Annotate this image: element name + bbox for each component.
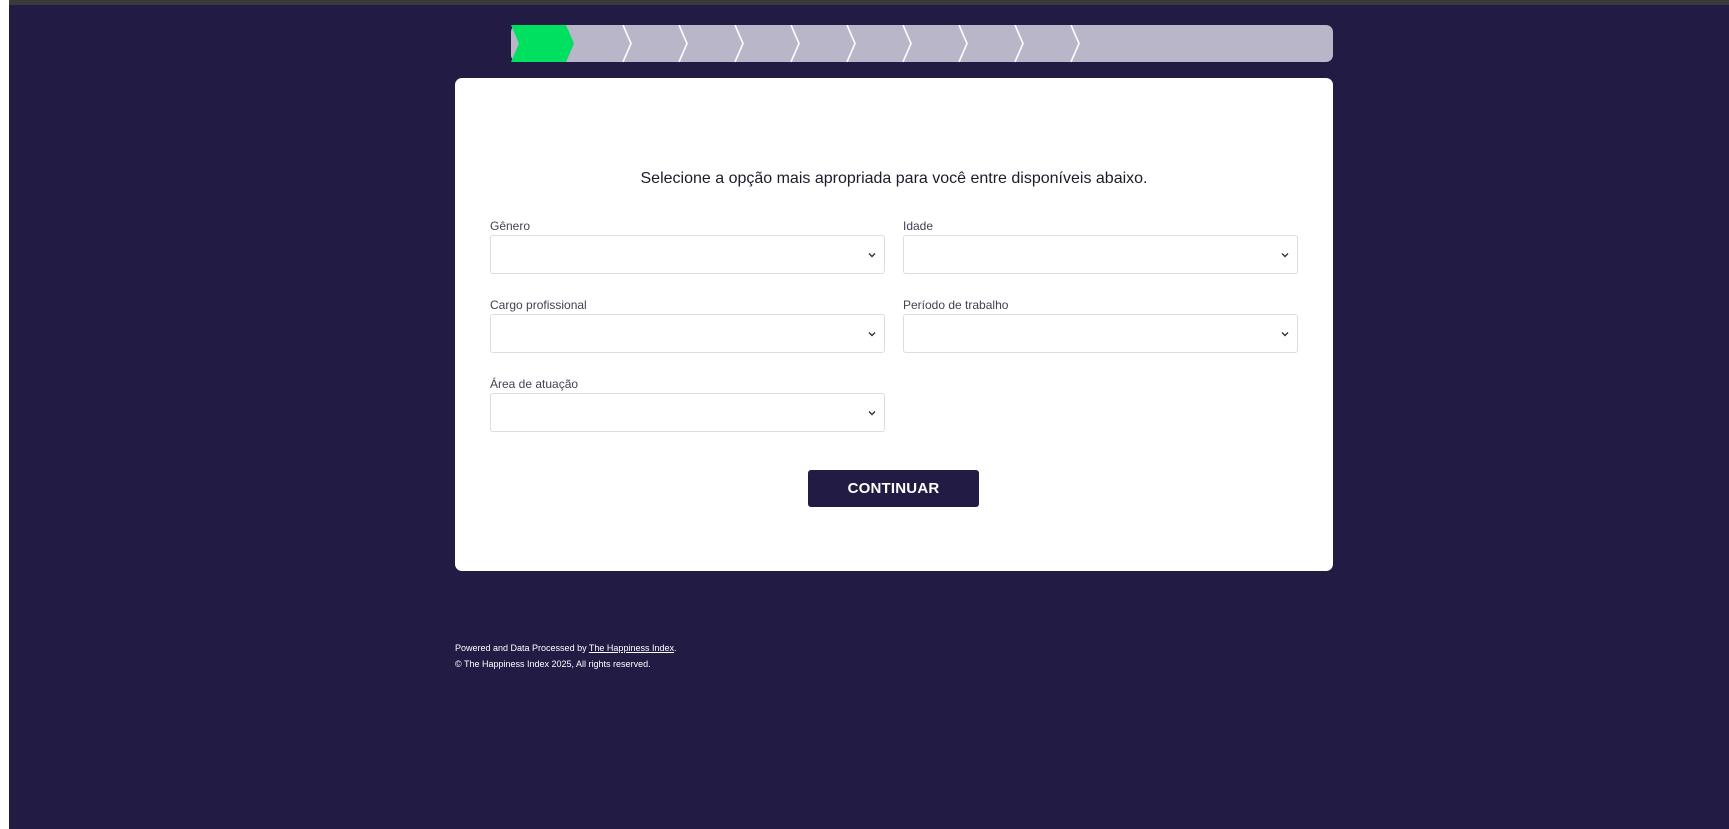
chevron-down-icon: [1281, 253, 1289, 258]
work-period-field: Período de trabalho: [903, 296, 1298, 353]
job-title-select[interactable]: [490, 314, 885, 353]
chevron-down-icon: [868, 332, 876, 337]
gender-field: Gênero: [490, 217, 885, 274]
copyright-text: © The Happiness Index 2025, All rights r…: [455, 659, 651, 669]
work-period-select[interactable]: [903, 314, 1298, 353]
age-field: Idade: [903, 217, 1298, 274]
powered-by-line: Powered and Data Processed by The Happin…: [455, 640, 677, 656]
area-field: Área de atuação: [490, 375, 885, 432]
job-title-label: Cargo profissional: [490, 298, 587, 312]
gender-select[interactable]: [490, 235, 885, 274]
gender-label: Gênero: [490, 219, 531, 233]
form-instructions: Selecione a opção mais apropriada para v…: [640, 170, 1148, 187]
chevron-down-icon: [868, 411, 876, 416]
age-select[interactable]: [903, 235, 1298, 274]
powered-by-suffix: .: [673, 643, 677, 653]
job-title-field: Cargo profissional: [490, 296, 885, 353]
footer: Powered and Data Processed by The Happin…: [455, 640, 677, 672]
area-label: Área de atuação: [490, 377, 579, 391]
chevron-down-icon: [868, 253, 876, 258]
age-label: Idade: [903, 219, 934, 233]
progress-step-active: [511, 25, 574, 62]
progress-bar: [511, 25, 1333, 62]
work-period-label: Período de trabalho: [903, 298, 1009, 312]
survey-card: Selecione a opção mais apropriada para v…: [455, 78, 1333, 571]
happiness-index-link[interactable]: The Happiness Index: [589, 643, 674, 653]
powered-by-text: Powered and Data Processed by: [455, 643, 589, 653]
chevron-down-icon: [1281, 332, 1289, 337]
progress-track: [511, 25, 1333, 62]
continue-button[interactable]: CONTINUAR: [808, 470, 979, 507]
area-select[interactable]: [490, 393, 885, 432]
